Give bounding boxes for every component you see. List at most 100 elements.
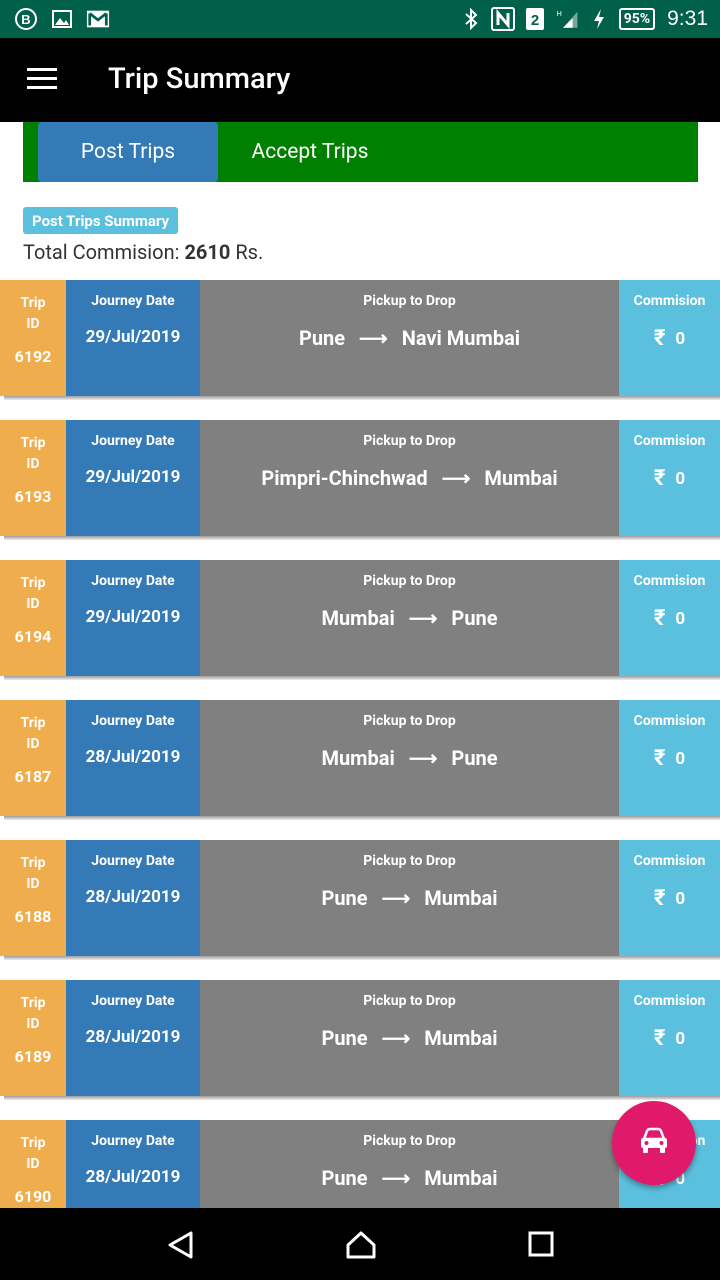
drop-city: Mumbai <box>424 1166 498 1190</box>
pickup-city: Mumbai <box>321 606 395 630</box>
drop-city: Navi Mumbai <box>401 326 521 350</box>
route-header: Pickup to Drop <box>363 993 456 1009</box>
route-cell: Pickup to Drop Pune ⟶ Mumbai <box>200 840 619 956</box>
drop-city: Pune <box>451 606 498 630</box>
route-header: Pickup to Drop <box>363 293 456 309</box>
drop-city: Mumbai <box>424 886 498 910</box>
b-circle-icon: B <box>14 7 38 31</box>
commission-cell: Commision ₹ 0 <box>619 420 720 536</box>
trip-row[interactable]: Trip ID 6193 Journey Date 29/Jul/2019 Pic… <box>0 420 720 540</box>
journey-date-cell: Journey Date 29/Jul/2019 <box>66 280 200 396</box>
route-header: Pickup to Drop <box>363 853 456 869</box>
row-divider <box>4 536 720 540</box>
journey-date-header: Journey Date <box>91 573 175 589</box>
status-time: 9:31 <box>667 7 708 30</box>
trip-id-value: 6190 <box>14 1187 52 1206</box>
menu-icon[interactable] <box>27 68 57 92</box>
commission-value: 0 <box>675 328 686 349</box>
commission-value: 0 <box>675 748 686 769</box>
commission-header: Commision <box>633 433 706 449</box>
total-commission-value: 2610 <box>184 240 231 264</box>
car-icon <box>638 1127 670 1159</box>
drop-city: Pune <box>451 746 498 770</box>
rupee-icon: ₹ <box>653 746 666 771</box>
trip-row[interactable]: Trip ID 6188 Journey Date 28/Jul/2019 Pic… <box>0 840 720 960</box>
signal-icon: H <box>555 7 579 31</box>
page-title: Trip Summary <box>108 62 291 96</box>
gmail-icon <box>86 7 110 31</box>
arrow-right-icon: ⟶ <box>408 606 438 630</box>
trip-tabs: Post Trips Accept Trips <box>23 122 698 182</box>
journey-date-value: 28/Jul/2019 <box>85 887 181 907</box>
pickup-city: Pune <box>321 1166 368 1190</box>
trip-row[interactable]: Trip ID 6189 Journey Date 28/Jul/2019 Pic… <box>0 980 720 1100</box>
commission-header: Commision <box>633 993 706 1009</box>
tab-post-trips[interactable]: Post Trips <box>38 122 218 182</box>
arrow-right-icon: ⟶ <box>359 326 388 350</box>
add-trip-fab[interactable] <box>612 1101 696 1185</box>
app-toolbar: Trip Summary <box>0 38 720 122</box>
trip-id-cell: Trip ID 6189 <box>0 980 66 1096</box>
journey-date-value: 29/Jul/2019 <box>85 327 181 347</box>
route-cell: Pickup to Drop Pune ⟶ Navi Mumbai <box>200 280 619 396</box>
journey-date-cell: Journey Date 28/Jul/2019 <box>66 980 200 1096</box>
rupee-icon: ₹ <box>653 1026 666 1051</box>
commission-header: Commision <box>633 853 706 869</box>
commission-cell: Commision ₹ 0 <box>619 280 720 396</box>
row-divider <box>4 956 720 960</box>
drop-city: Mumbai <box>484 466 558 490</box>
route-header: Pickup to Drop <box>363 433 456 449</box>
journey-date-cell: Journey Date 29/Jul/2019 <box>66 420 200 536</box>
row-divider <box>4 676 720 680</box>
recent-apps-icon[interactable] <box>527 1230 557 1260</box>
row-divider <box>4 816 720 820</box>
trip-id-cell: Trip ID 6192 <box>0 280 66 396</box>
tab-accept-trips[interactable]: Accept Trips <box>218 122 402 182</box>
trip-id-header: Trip ID <box>20 575 46 612</box>
commission-header: Commision <box>633 293 706 309</box>
commission-value: 0 <box>675 468 686 489</box>
journey-date-value: 28/Jul/2019 <box>85 747 181 767</box>
trip-list: Trip ID 6192 Journey Date 29/Jul/2019 Pic… <box>0 280 720 1208</box>
svg-text:B: B <box>21 12 30 27</box>
trip-id-header: Trip ID <box>20 855 46 892</box>
journey-date-value: 29/Jul/2019 <box>85 607 181 627</box>
trip-id-value: 6188 <box>14 907 52 926</box>
journey-date-cell: Journey Date 28/Jul/2019 <box>66 840 200 956</box>
trip-id-cell: Trip ID 6190 <box>0 1120 66 1208</box>
home-icon[interactable] <box>345 1230 376 1260</box>
journey-date-header: Journey Date <box>91 993 175 1009</box>
back-icon[interactable] <box>166 1230 196 1260</box>
journey-date-header: Journey Date <box>91 293 175 309</box>
route-cell: Pickup to Drop Pune ⟶ Mumbai <box>200 980 619 1096</box>
commission-cell: Commision ₹ 0 <box>619 700 720 816</box>
rupee-icon: ₹ <box>653 606 666 631</box>
journey-date-cell: Journey Date 29/Jul/2019 <box>66 560 200 676</box>
trip-id-cell: Trip ID 6193 <box>0 420 66 536</box>
route-cell: Pickup to Drop Mumbai ⟶ Pune <box>200 560 619 676</box>
trip-id-header: Trip ID <box>20 715 46 752</box>
arrow-right-icon: ⟶ <box>381 1166 411 1190</box>
trip-row[interactable]: Trip ID 6192 Journey Date 29/Jul/2019 Pic… <box>0 280 720 400</box>
trip-row[interactable]: Trip ID 6187 Journey Date 28/Jul/2019 Pic… <box>0 700 720 820</box>
commission-value: 0 <box>675 1028 686 1049</box>
journey-date-header: Journey Date <box>91 433 175 449</box>
journey-date-value: 28/Jul/2019 <box>85 1167 181 1187</box>
total-commission-label: Total Commision: <box>23 240 180 264</box>
trip-row[interactable]: Trip ID 6194 Journey Date 29/Jul/2019 Pic… <box>0 560 720 680</box>
image-icon <box>50 7 74 31</box>
commission-value: 0 <box>675 888 686 909</box>
pickup-city: Pune <box>298 326 346 350</box>
trip-id-header: Trip ID <box>20 1135 46 1172</box>
pickup-city: Pimpri-Chinchwad <box>261 466 428 490</box>
charging-icon <box>587 7 611 31</box>
bluetooth-icon <box>459 7 483 31</box>
trip-id-value: 6193 <box>14 487 52 506</box>
rupee-icon: ₹ <box>653 886 666 911</box>
total-commission-unit: Rs. <box>235 240 264 264</box>
arrow-right-icon: ⟶ <box>441 466 471 490</box>
commission-value: 0 <box>675 608 686 629</box>
journey-date-header: Journey Date <box>91 713 175 729</box>
drop-city: Mumbai <box>424 1026 498 1050</box>
system-nav-bar <box>0 1208 720 1280</box>
